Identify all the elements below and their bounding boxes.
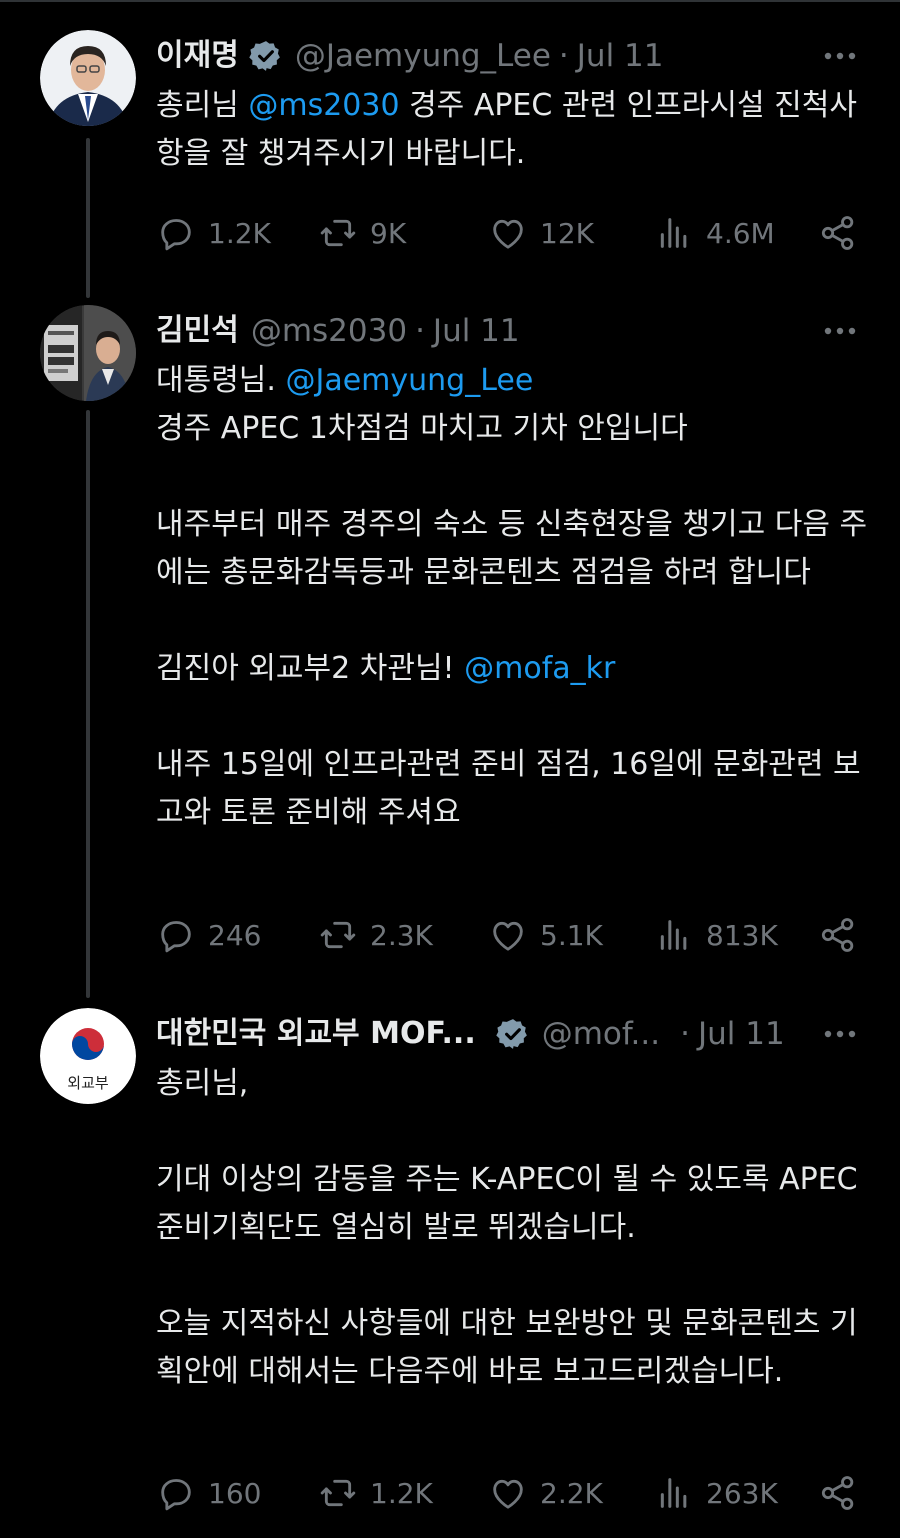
- retweet-button[interactable]: 1.2K: [318, 1468, 433, 1518]
- views-icon: [660, 218, 687, 248]
- tweet[interactable]: 외교부 대한민국 외교부 MOF... @mof... · Jul 11 총리님…: [0, 1008, 900, 1528]
- share-button[interactable]: [818, 208, 858, 258]
- author-handle[interactable]: @ms2030: [251, 305, 407, 357]
- like-count: 2.2K: [540, 1476, 603, 1510]
- tweet-text: 총리님, 기대 이상의 감동을 주는 K-APEC이 될 수 있도록 APEC …: [156, 1060, 872, 1396]
- more-icon[interactable]: [822, 319, 858, 343]
- retweet-count: 9K: [370, 216, 407, 250]
- reply-button[interactable]: 246: [156, 910, 261, 960]
- author-name[interactable]: 김민석: [156, 305, 239, 357]
- text-paragraph: 기대 이상의 감동을 주는 K-APEC이 될 수 있도록 APEC 준비기획단…: [156, 1162, 858, 1245]
- views-button[interactable]: 4.6M: [654, 208, 775, 258]
- reply-button[interactable]: 1.2K: [156, 208, 271, 258]
- views-icon: [660, 920, 687, 950]
- text-paragraph: 내주부터 매주 경주의 숙소 등 신축현장을 챙기고 다음 주에는 총문화감독등…: [156, 507, 868, 590]
- separator-dot: ·: [680, 1016, 690, 1052]
- share-button[interactable]: [818, 910, 858, 960]
- share-button[interactable]: [818, 1468, 858, 1518]
- tweet[interactable]: 김민석 @ms2030 · Jul 11 대통령님. @Jaemyung_Lee…: [0, 305, 900, 965]
- text-span: 대통령님.: [156, 363, 286, 398]
- text-line: 총리님,: [156, 1066, 249, 1101]
- action-bar: 160 1.2K 2.2K 263K: [156, 1468, 872, 1518]
- like-icon: [493, 219, 523, 249]
- retweet-count: 1.2K: [370, 1476, 433, 1510]
- reply-count: 160: [208, 1476, 262, 1510]
- tweet-date[interactable]: Jul 11: [698, 1008, 785, 1060]
- tweet-header: 대한민국 외교부 MOF... @mof... · Jul 11: [156, 1008, 872, 1060]
- text-span: 총리님: [156, 88, 249, 123]
- mention-link[interactable]: @ms2030: [248, 88, 399, 123]
- like-button[interactable]: 5.1K: [488, 910, 603, 960]
- share-icon: [821, 1476, 854, 1510]
- author-name[interactable]: 대한민국 외교부 MOF...: [156, 1008, 476, 1060]
- mention-link[interactable]: @mofa_kr: [464, 651, 615, 686]
- views-icon: [660, 1478, 687, 1508]
- text-paragraph: 오늘 지적하신 사항들에 대한 보완방안 및 문화콘텐츠 기획안에 대해서는 다…: [156, 1306, 858, 1389]
- tweet-content: 김민석 @ms2030 · Jul 11 대통령님. @Jaemyung_Lee…: [156, 305, 872, 953]
- like-button[interactable]: 2.2K: [488, 1468, 603, 1518]
- verified-badge-icon: [249, 41, 280, 71]
- avatar-label: 외교부: [67, 1074, 109, 1092]
- like-button[interactable]: 12K: [488, 208, 594, 258]
- author-name[interactable]: 이재명: [156, 30, 239, 82]
- top-divider: [0, 0, 900, 2]
- separator-dot: ·: [558, 38, 569, 74]
- more-icon[interactable]: [822, 1022, 858, 1046]
- retweet-icon: [320, 1479, 356, 1507]
- mention-link[interactable]: @Jaemyung_Lee: [285, 363, 533, 398]
- views-count: 813K: [706, 918, 778, 952]
- reply-button[interactable]: 160: [156, 1468, 261, 1518]
- avatar-photo: [40, 30, 136, 126]
- tweet-date[interactable]: Jul 11: [577, 30, 664, 82]
- reply-icon: [161, 921, 191, 953]
- like-count: 12K: [540, 216, 594, 250]
- retweet-button[interactable]: 2.3K: [318, 910, 433, 960]
- text-paragraph: 내주 15일에 인프라관련 준비 점검, 16일에 문화관련 보고와 토론 준비…: [156, 747, 861, 830]
- reply-count: 246: [208, 918, 262, 952]
- tweet-date[interactable]: Jul 11: [433, 305, 520, 357]
- tweet-content: 이재명 @Jaemyung_Lee · Jul 11 총리님 @ms2030 경…: [156, 30, 872, 251]
- tweet-text: 대통령님. @Jaemyung_Lee 경주 APEC 1차점검 마치고 기차 …: [156, 357, 872, 837]
- retweet-count: 2.3K: [370, 918, 433, 952]
- like-icon: [493, 1479, 523, 1509]
- like-count: 5.1K: [540, 918, 603, 952]
- retweet-icon: [320, 219, 356, 247]
- views-button[interactable]: 263K: [654, 1468, 778, 1518]
- like-icon: [493, 921, 523, 951]
- share-icon: [821, 216, 854, 250]
- action-bar: 246 2.3K 5.1K 813K: [156, 910, 872, 960]
- share-icon: [821, 918, 854, 952]
- avatar[interactable]: 외교부: [40, 1008, 136, 1104]
- reply-icon: [161, 1479, 191, 1511]
- mofa-logo: 외교부: [40, 1008, 136, 1104]
- reply-count: 1.2K: [208, 216, 271, 250]
- tweet-header: 김민석 @ms2030 · Jul 11: [156, 305, 872, 357]
- action-bar: 1.2K 9K 12K 4.6M: [156, 208, 872, 258]
- avatar[interactable]: [40, 305, 136, 401]
- tweet-text: 총리님 @ms2030 경주 APEC 관련 인프라시설 진척사항을 잘 챙겨주…: [156, 82, 872, 178]
- author-handle[interactable]: @mof...: [542, 1008, 660, 1060]
- tweet[interactable]: 이재명 @Jaemyung_Lee · Jul 11 총리님 @ms2030 경…: [0, 30, 900, 270]
- text-span: 김진아 외교부2 차관님!: [156, 651, 465, 686]
- avatar[interactable]: [40, 30, 136, 126]
- tweet-content: 대한민국 외교부 MOF... @mof... · Jul 11 총리님, 기대…: [156, 1008, 872, 1511]
- author-handle[interactable]: @Jaemyung_Lee: [295, 30, 551, 82]
- views-count: 263K: [706, 1476, 778, 1510]
- more-icon[interactable]: [822, 44, 858, 68]
- text-line: 경주 APEC 1차점검 마치고 기차 안입니다: [156, 411, 688, 446]
- views-count: 4.6M: [706, 216, 775, 250]
- retweet-icon: [320, 921, 356, 949]
- retweet-button[interactable]: 9K: [318, 208, 406, 258]
- verified-badge-icon: [496, 1019, 527, 1049]
- views-button[interactable]: 813K: [654, 910, 778, 960]
- reply-icon: [161, 219, 191, 251]
- avatar-photo: [40, 305, 136, 401]
- separator-dot: ·: [415, 313, 425, 349]
- tweet-header: 이재명 @Jaemyung_Lee · Jul 11: [156, 30, 872, 82]
